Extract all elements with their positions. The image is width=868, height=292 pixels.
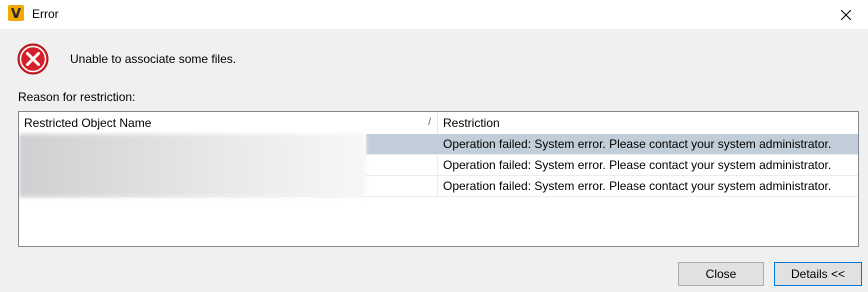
details-button[interactable]: Details <<: [774, 262, 862, 286]
close-window-button[interactable]: [824, 0, 868, 29]
restrictions-table[interactable]: Restricted Object Name / Restriction Ope…: [18, 111, 859, 247]
window-title: Error: [32, 7, 59, 21]
redacted-object-names: [19, 134, 366, 197]
column-resize-icon: /: [428, 117, 431, 128]
error-message: Unable to associate some files.: [70, 52, 237, 66]
close-button[interactable]: Close: [678, 262, 764, 286]
restriction-cell: Operation failed: System error. Please c…: [443, 179, 832, 193]
table-header: Restricted Object Name / Restriction: [19, 112, 858, 134]
app-logo-icon: [8, 5, 24, 21]
close-icon: [841, 9, 851, 20]
reason-label: Reason for restriction:: [18, 90, 136, 104]
column-header-restriction[interactable]: Restriction: [438, 112, 858, 134]
title-bar: Error: [0, 0, 868, 29]
restriction-cell: Operation failed: System error. Please c…: [438, 134, 858, 154]
column-header-object-name[interactable]: Restricted Object Name /: [19, 112, 438, 134]
restriction-cell: Operation failed: System error. Please c…: [443, 158, 832, 172]
column-header-label: Restricted Object Name: [24, 116, 152, 130]
error-icon: [17, 43, 49, 75]
column-header-label: Restriction: [443, 116, 500, 130]
